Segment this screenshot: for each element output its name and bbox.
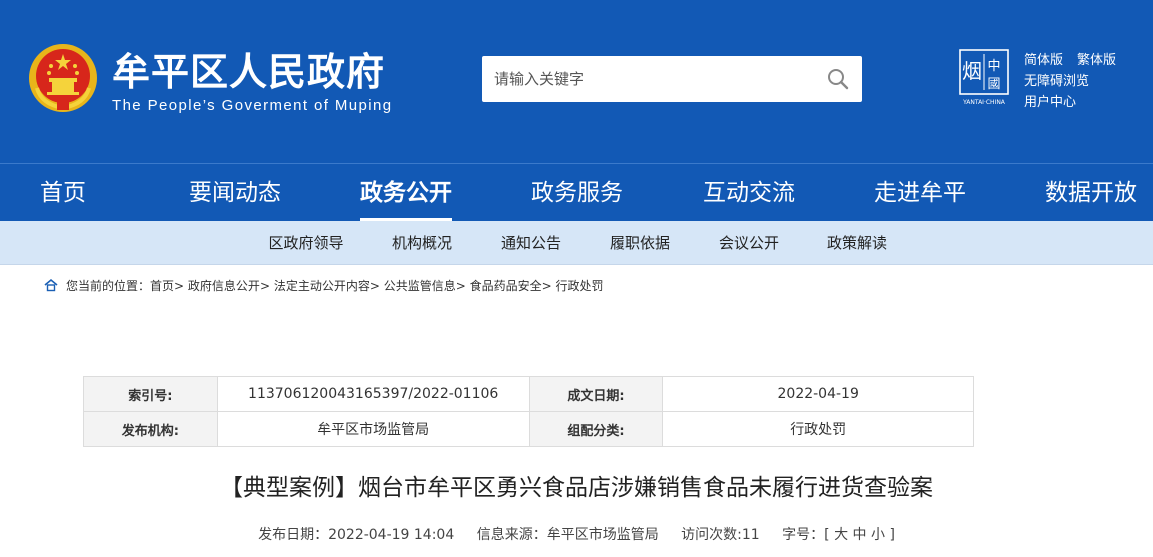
home-icon xyxy=(44,278,58,292)
font-size-small-button[interactable]: 小 xyxy=(871,527,885,543)
article-title: 【典型案例】烟台市牟平区勇兴食品店涉嫌销售食品未履行进货查验案 xyxy=(220,475,933,501)
info-source: 信息来源：牟平区市场监管局 xyxy=(476,527,659,543)
breadcrumb-food-drug-safety[interactable]: 食品药品安全 xyxy=(470,279,542,293)
breadcrumb-prefix: 您当前的位置： xyxy=(66,279,151,293)
nav-item-news[interactable]: 要闻动态 xyxy=(189,164,281,222)
site-title: 牟平区人民政府 xyxy=(112,50,386,94)
document-meta-table: 索引号: 11370612004316539​7/2022-01106 成文日期… xyxy=(83,376,974,447)
nav-item-home[interactable]: 首页 xyxy=(40,164,86,222)
breadcrumb-statutory-disclosure[interactable]: 法定主动公开内容 xyxy=(274,279,370,293)
category-label: 组配分类: xyxy=(528,411,664,447)
font-size-large-button[interactable]: 大 xyxy=(834,527,848,543)
breadcrumb-administrative-penalty[interactable]: 行政处罚 xyxy=(556,279,604,293)
sub-nav: 区政府领导 机构概况 通知公告 履职依据 会议公开 政策解读 xyxy=(0,221,1153,265)
user-center-link[interactable]: 用户中心 xyxy=(1024,95,1076,110)
yantai-china-logo-icon: 烟 中 國 YANTAI·CHINA xyxy=(959,49,1009,106)
nav-item-government-services[interactable]: 政务服务 xyxy=(531,164,623,222)
index-label: 索引号: xyxy=(83,376,218,412)
font-size-end: ] xyxy=(889,527,895,543)
font-size-control: 字号：[ 大 中 小 ] xyxy=(782,527,895,543)
breadcrumb-separator: > xyxy=(541,279,552,293)
nav-item-interaction[interactable]: 互动交流 xyxy=(703,164,795,222)
table-row: 发布机构: 牟平区市场监管局 组配分类: 行政处罚 xyxy=(83,411,974,447)
breadcrumb-gov-info-disclosure[interactable]: 政府信息公开 xyxy=(188,279,260,293)
site-header: 牟平区人民政府 The People’s Goverment of Muping… xyxy=(0,0,1153,163)
subnav-item-meetings[interactable]: 会议公开 xyxy=(719,221,779,265)
svg-text:中: 中 xyxy=(987,59,1000,74)
date-label: 成文日期: xyxy=(528,376,664,412)
table-row: 索引号: 11370612004316539​7/2022-01106 成文日期… xyxy=(83,376,974,412)
font-size-label: 字号：[ xyxy=(782,527,830,543)
subnav-item-leaders[interactable]: 区政府领导 xyxy=(268,221,343,265)
svg-text:國: 國 xyxy=(987,77,1000,92)
breadcrumb: 您当前的位置：首页> 政府信息公开> 法定主动公开内容> 公共监管信息> 食品药… xyxy=(44,278,604,294)
svg-text:烟: 烟 xyxy=(962,59,982,83)
nav-item-open-data[interactable]: 数据开放 xyxy=(1045,164,1137,222)
visit-count: 访问次数:11 xyxy=(681,527,760,543)
svg-text:YANTAI·CHINA: YANTAI·CHINA xyxy=(962,99,1006,106)
breadcrumb-separator: > xyxy=(455,279,466,293)
breadcrumb-separator: > xyxy=(369,279,380,293)
breadcrumb-public-supervision[interactable]: 公共监管信息 xyxy=(384,279,456,293)
category-value: 行政处罚 xyxy=(662,411,974,447)
nav-item-government-affairs-disclosure[interactable]: 政务公开 xyxy=(360,164,452,222)
search-box xyxy=(482,56,862,102)
national-emblem-icon xyxy=(29,44,97,112)
publisher-label: 发布机构: xyxy=(83,411,218,447)
publisher-value: 牟平区市场监管局 xyxy=(216,411,530,447)
subnav-item-notices[interactable]: 通知公告 xyxy=(501,221,561,265)
main-nav: 首页 要闻动态 政务公开 政务服务 互动交流 走进牟平 数据开放 xyxy=(0,163,1153,222)
article-info: 发布日期：2022-04-19 14:04 信息来源：牟平区市场监管局 访问次数… xyxy=(0,523,1153,547)
simplified-chinese-link[interactable]: 简体版 xyxy=(1024,53,1063,68)
font-size-medium-button[interactable]: 中 xyxy=(853,527,867,543)
index-value: 11370612004316539​7/2022-01106 xyxy=(216,376,530,412)
date-value: 2022-04-19 xyxy=(662,376,974,412)
breadcrumb-separator: > xyxy=(259,279,270,293)
breadcrumb-separator: > xyxy=(174,279,185,293)
search-icon[interactable] xyxy=(826,67,850,91)
subnav-item-policy-interpretation[interactable]: 政策解读 xyxy=(827,221,887,265)
subnav-item-duty-basis[interactable]: 履职依据 xyxy=(610,221,670,265)
accessibility-link[interactable]: 无障碍浏览 xyxy=(1024,74,1089,89)
top-links: 简体版 繁体版 无障碍浏览 用户中心 xyxy=(1024,50,1116,113)
nav-item-about-muping[interactable]: 走进牟平 xyxy=(874,164,966,222)
breadcrumb-home[interactable]: 首页 xyxy=(150,279,174,293)
traditional-chinese-link[interactable]: 繁体版 xyxy=(1077,53,1116,68)
search-input[interactable] xyxy=(482,56,812,102)
subnav-item-organization[interactable]: 机构概况 xyxy=(392,221,452,265)
publish-date: 发布日期：2022-04-19 14:04 xyxy=(258,527,455,543)
site-subtitle: The People’s Goverment of Muping xyxy=(112,97,393,114)
